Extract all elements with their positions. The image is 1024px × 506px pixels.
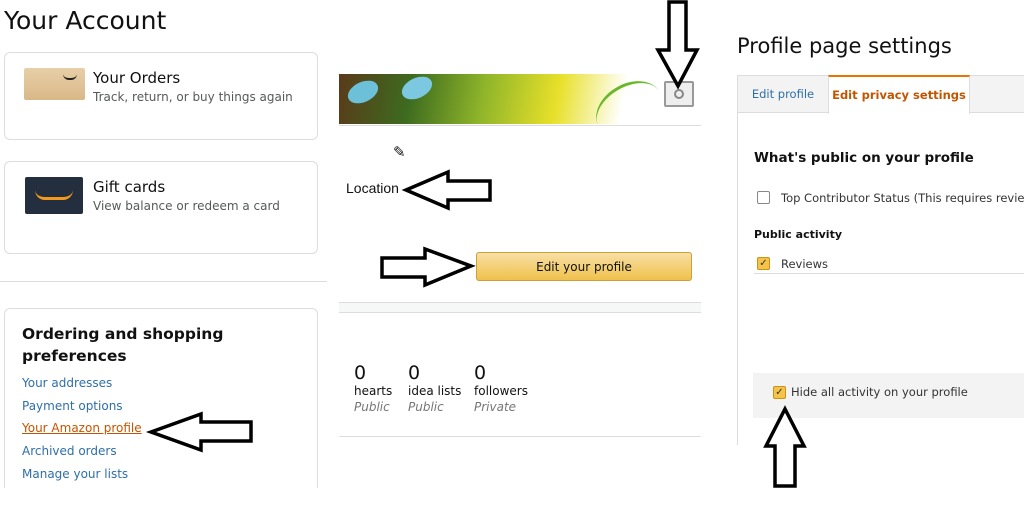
arrow-left-icon	[145, 411, 253, 453]
arrow-right-icon	[380, 246, 476, 288]
arrow-down-icon	[655, 0, 700, 90]
annotation-arrows	[145, 0, 807, 488]
arrow-up-icon	[763, 405, 807, 488]
arrow-left-icon	[401, 169, 492, 211]
